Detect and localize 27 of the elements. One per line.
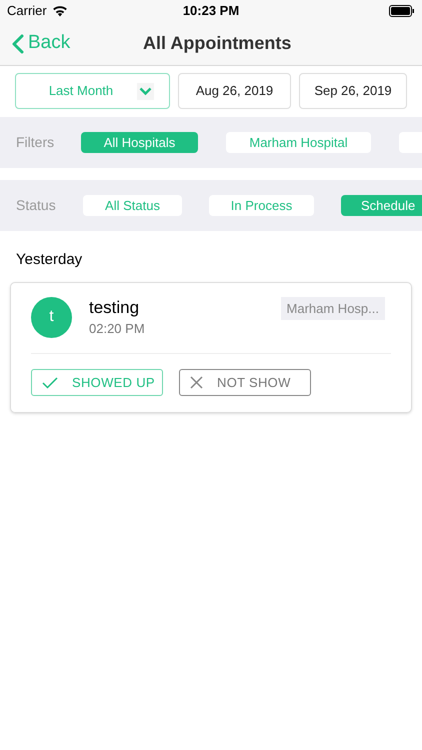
- screen-title: All Appointments: [143, 32, 292, 55]
- clock: 10:23 PM: [182, 2, 240, 20]
- appointment-time: 02:20 PM: [89, 320, 145, 338]
- checkmark-icon: [42, 376, 58, 388]
- avatar: t: [31, 296, 72, 338]
- carrier-label: Carrier: [7, 2, 47, 20]
- not-show-button[interactable]: NOT SHOW: [179, 369, 311, 396]
- chevron-down-icon: [137, 82, 154, 100]
- filters-label: Filters: [15, 133, 56, 152]
- close-icon: [190, 376, 203, 389]
- status-chip[interactable]: Schedule: [341, 195, 422, 216]
- chevron-left-icon: [12, 34, 24, 54]
- status-chip[interactable]: All Status: [83, 195, 182, 216]
- from-date-field[interactable]: Aug 26, 2019: [178, 73, 291, 109]
- wifi-icon: [52, 5, 68, 17]
- filters-chip[interactable]: All Hospitals: [81, 132, 198, 153]
- section-heading: Yesterday: [15, 250, 84, 270]
- showed-up-button[interactable]: SHOWED UP: [31, 369, 163, 396]
- status-label: Status: [15, 196, 57, 215]
- hospital-tag: Marham Hosp...: [280, 296, 385, 320]
- patient-name: testing: [89, 296, 140, 318]
- period-dropdown[interactable]: Last Month: [15, 73, 170, 109]
- filters-chip[interactable]: Marham Hospital: [226, 132, 371, 153]
- status-chip[interactable]: In Process: [209, 195, 314, 216]
- battery-icon: [389, 5, 415, 17]
- to-date-field[interactable]: Sep 26, 2019: [299, 73, 407, 109]
- back-button[interactable]: Back: [0, 29, 70, 58]
